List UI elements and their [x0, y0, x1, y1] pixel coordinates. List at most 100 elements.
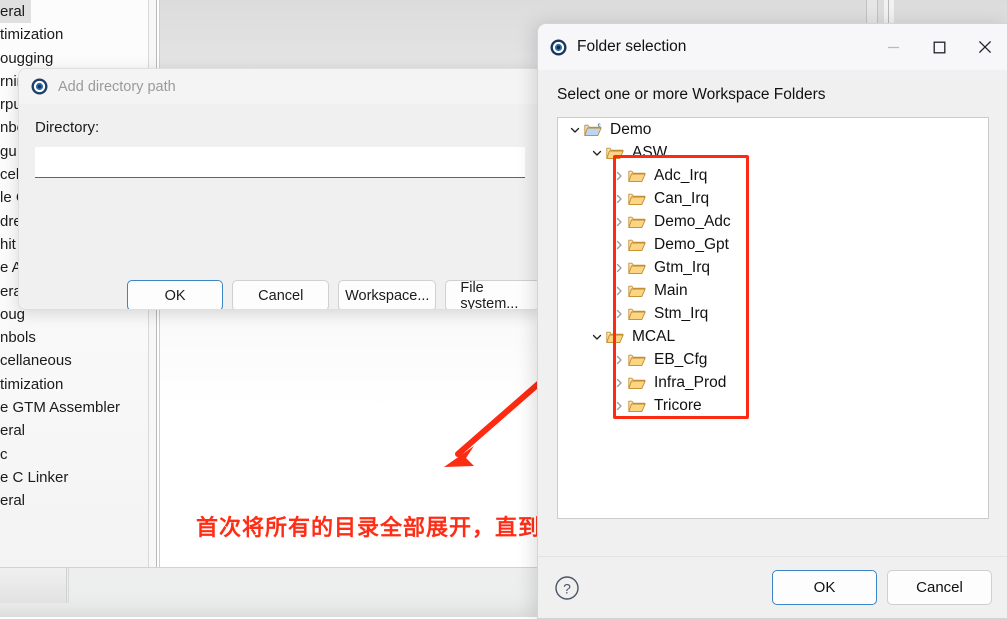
chevron-right-icon	[616, 286, 622, 295]
tree-row[interactable]: Main	[558, 279, 988, 302]
folder-icon	[606, 145, 626, 160]
tree-row[interactable]: Demo_Gpt	[558, 233, 988, 256]
tree-item-label: EB_Cfg	[654, 350, 708, 368]
preferences-tree-item[interactable]: e C Linker	[0, 466, 156, 489]
preferences-tree-item[interactable]: timization	[0, 23, 156, 46]
tree-twisty[interactable]	[588, 332, 606, 342]
tree-row[interactable]: Demo_Adc	[558, 210, 988, 233]
tree-row[interactable]: MCAL	[558, 325, 988, 348]
tree-twisty[interactable]	[566, 125, 584, 135]
eclipse-icon	[31, 78, 48, 95]
chevron-down-icon	[592, 150, 602, 156]
eclipse-icon	[550, 39, 567, 55]
tree-item-label: Gtm_Irq	[654, 258, 710, 276]
tree-twisty[interactable]	[610, 240, 628, 250]
tree-twisty[interactable]	[610, 309, 628, 319]
window-buttons	[870, 24, 1007, 70]
tree-row[interactable]: Can_Irq	[558, 187, 988, 210]
folder-selection-ok-button[interactable]: OK	[772, 570, 877, 605]
tree-twisty[interactable]	[610, 378, 628, 388]
directory-input[interactable]	[35, 147, 525, 178]
chevron-right-icon	[616, 309, 622, 318]
folder-selection-footer: ? OK Cancel	[538, 556, 1007, 618]
tree-item-label: Demo	[610, 120, 652, 138]
tree-row[interactable]: c Demo	[558, 118, 988, 141]
tree-twisty[interactable]	[610, 171, 628, 181]
folder-icon	[606, 331, 624, 344]
chevron-right-icon	[616, 401, 622, 410]
preferences-tree-item[interactable]: c	[0, 443, 156, 466]
chevron-right-icon	[616, 355, 622, 364]
chevron-right-icon	[616, 171, 622, 180]
tree-item-label: ASW	[632, 143, 668, 161]
preferences-tree-item[interactable]: eral	[0, 0, 32, 24]
tree-item-label: Demo_Adc	[654, 212, 731, 230]
folder-selection-body: Select one or more Workspace Folders c De…	[538, 70, 1007, 556]
dialog-bottom-left-area	[0, 568, 66, 603]
tree-twisty[interactable]	[610, 217, 628, 227]
folder-selection-button-bar: OK Cancel	[772, 570, 992, 605]
tree-twisty[interactable]	[610, 194, 628, 204]
folder-icon	[628, 377, 646, 390]
chevron-right-icon	[616, 194, 622, 203]
tree-twisty[interactable]	[610, 286, 628, 296]
folder-selection-titlebar[interactable]: Folder selection	[538, 24, 1007, 70]
preferences-tree-item[interactable]: ougging	[0, 47, 156, 70]
tree-row[interactable]: Infra_Prod	[558, 371, 988, 394]
minimize-button[interactable]	[870, 24, 916, 70]
add-directory-ok-button[interactable]: OK	[127, 280, 224, 309]
preferences-tree-item[interactable]: eral	[0, 419, 156, 442]
add-directory-path-dialog[interactable]: Add directory path Directory: OK Cancel …	[18, 68, 542, 310]
tree-row[interactable]: EB_Cfg	[558, 348, 988, 371]
close-button[interactable]	[962, 24, 1007, 70]
tree-row[interactable]: Tricore	[558, 394, 988, 417]
folder-icon	[628, 306, 648, 321]
folder-icon	[628, 285, 646, 298]
add-directory-titlebar[interactable]: Add directory path	[19, 69, 541, 105]
svg-text:c: c	[598, 123, 601, 129]
tree-row[interactable]: ASW	[558, 141, 988, 164]
folder-icon	[628, 262, 646, 275]
tree-twisty[interactable]	[610, 401, 628, 411]
tree-twisty[interactable]	[588, 148, 606, 158]
folder-selection-cancel-button[interactable]: Cancel	[887, 570, 992, 605]
folder-icon	[628, 193, 646, 206]
add-directory-workspace-button[interactable]: Workspace...	[338, 280, 437, 309]
maximize-button[interactable]	[916, 24, 962, 70]
tree-row[interactable]: Stm_Irq	[558, 302, 988, 325]
preferences-tree-item[interactable]: eral	[0, 489, 156, 512]
preferences-tree-item[interactable]: e GTM Assembler	[0, 396, 156, 419]
folder-icon	[628, 352, 648, 367]
maximize-icon	[933, 41, 945, 53]
preferences-tree-item[interactable]: nbols	[0, 326, 156, 349]
chevron-right-icon	[616, 240, 622, 249]
help-icon[interactable]: ?	[554, 575, 580, 601]
close-icon	[978, 40, 992, 54]
preferences-tree-item[interactable]: cellaneous	[0, 349, 156, 372]
workspace-folder-tree[interactable]: c Demo ASW Adc_Irq Can_Irq Demo_Adc Demo_Gpt Gt…	[557, 117, 989, 519]
folder-icon	[628, 237, 648, 252]
project-folder-icon: c	[584, 123, 602, 137]
preferences-tree-item[interactable]: timization	[0, 373, 156, 396]
add-directory-cancel-button[interactable]: Cancel	[232, 280, 330, 309]
project-folder-icon: c	[584, 122, 604, 137]
folder-icon	[628, 308, 646, 321]
chevron-right-icon	[616, 263, 622, 272]
tree-item-label: Infra_Prod	[654, 373, 727, 391]
tree-row[interactable]: Adc_Irq	[558, 164, 988, 187]
tree-twisty[interactable]	[610, 355, 628, 365]
tree-twisty[interactable]	[610, 263, 628, 273]
add-directory-file-system-button[interactable]: File system...	[445, 280, 541, 309]
svg-text:?: ?	[563, 580, 571, 596]
tree-row[interactable]: Gtm_Irq	[558, 256, 988, 279]
folder-selection-dialog[interactable]: Folder selection Select one or more Work…	[537, 23, 1007, 619]
chevron-down-icon	[592, 334, 602, 340]
folder-icon	[628, 214, 648, 229]
folder-icon	[606, 147, 624, 160]
add-directory-button-bar: OK Cancel Workspace... File system...	[19, 280, 541, 309]
chevron-right-icon	[616, 217, 622, 226]
tree-item-label: MCAL	[632, 327, 676, 345]
add-directory-body: Directory: OK Cancel Workspace... File s…	[19, 105, 541, 309]
folder-selection-prompt: Select one or more Workspace Folders	[557, 86, 826, 103]
chevron-down-icon	[570, 127, 580, 133]
